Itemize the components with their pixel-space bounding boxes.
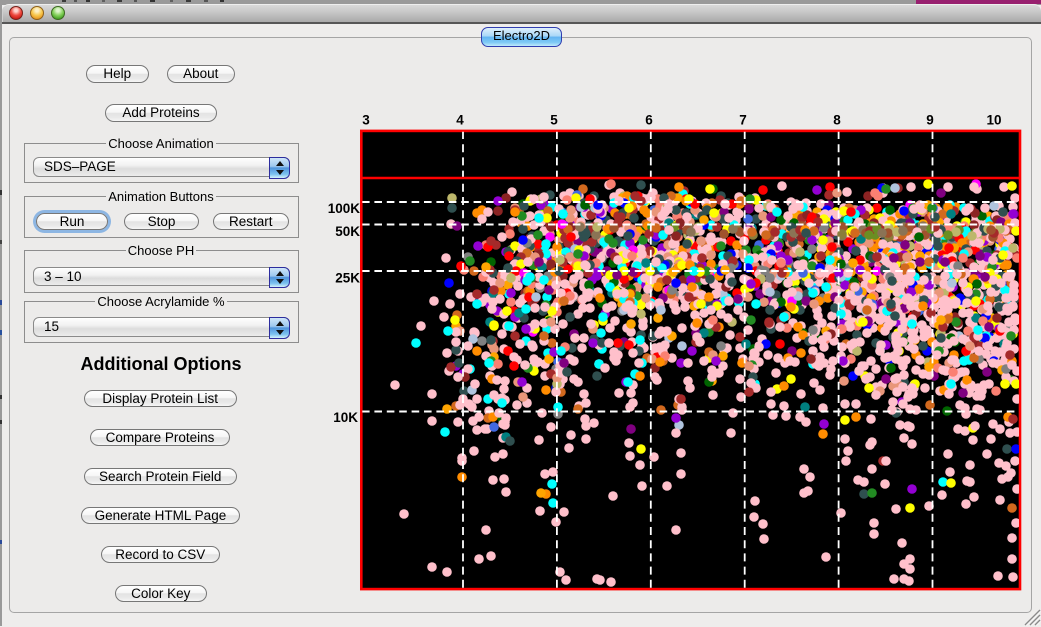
svg-text:8: 8: [833, 113, 841, 128]
svg-text:6: 6: [645, 113, 653, 128]
svg-text:25K: 25K: [335, 271, 360, 286]
svg-text:10K: 10K: [333, 410, 358, 425]
svg-text:7: 7: [739, 113, 747, 128]
svg-text:5: 5: [550, 113, 558, 128]
svg-text:4: 4: [456, 113, 464, 128]
svg-text:10: 10: [986, 113, 1001, 128]
svg-text:9: 9: [926, 113, 934, 128]
svg-text:3: 3: [362, 113, 370, 128]
svg-text:100K: 100K: [328, 201, 361, 216]
svg-text:50K: 50K: [335, 224, 360, 239]
